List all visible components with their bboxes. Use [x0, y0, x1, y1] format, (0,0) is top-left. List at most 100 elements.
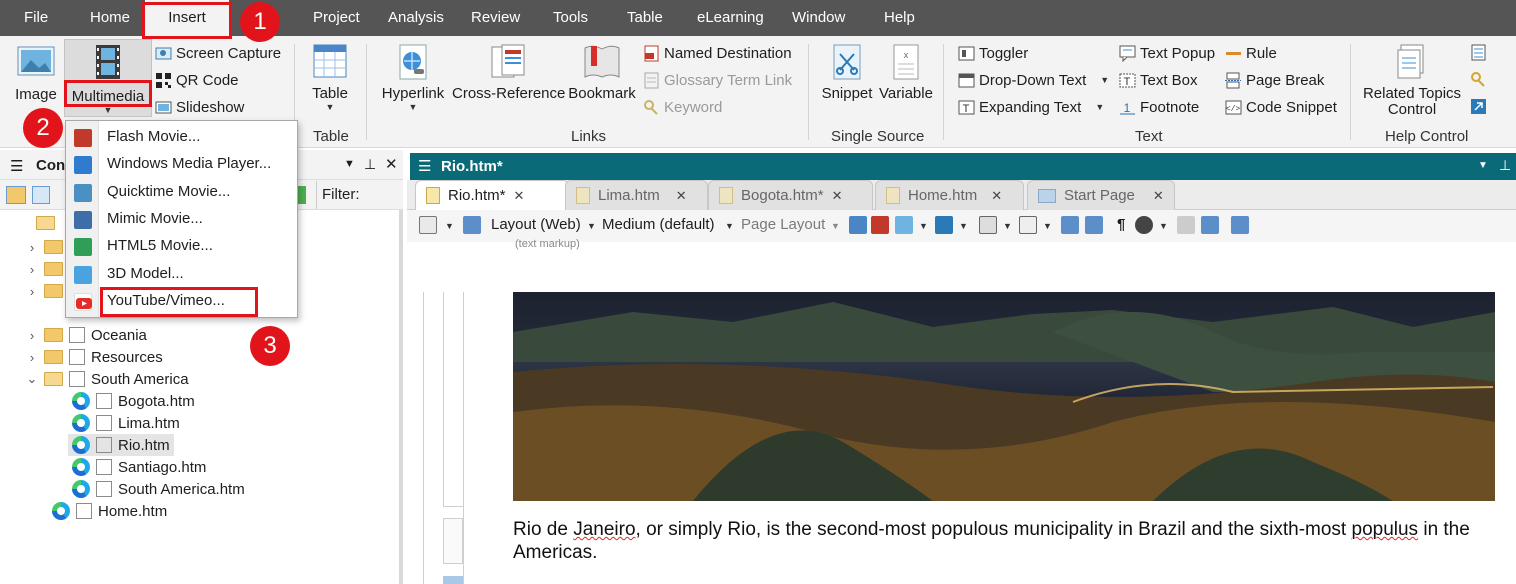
tree-checkbox[interactable]: [69, 371, 85, 387]
text-box-button[interactable]: T Text Box: [1119, 69, 1198, 91]
tree-item-hidden-1[interactable]: ›: [26, 236, 63, 258]
footnote-button[interactable]: 1 Footnote: [1119, 96, 1199, 118]
close-icon[interactable]: ✕: [676, 188, 687, 204]
tree-checkbox[interactable]: [96, 481, 112, 497]
copy-icon[interactable]: [1177, 216, 1195, 234]
pdf-preview-icon[interactable]: [871, 216, 889, 234]
help-control-small-button-1[interactable]: [1470, 44, 1487, 65]
tree-checkbox[interactable]: [76, 503, 92, 519]
tree-item-hidden-3[interactable]: ›: [26, 280, 63, 302]
text-icon[interactable]: [1019, 216, 1037, 234]
chevron-down-icon[interactable]: ▼: [831, 221, 840, 231]
layout-icon[interactable]: [463, 216, 481, 234]
window-icon[interactable]: [1201, 216, 1219, 234]
tree-checkbox[interactable]: [96, 393, 112, 409]
hyperlink-button[interactable]: Hyperlink ▼: [378, 44, 448, 112]
chevron-down-icon[interactable]: ▼: [959, 221, 968, 231]
misspelled-word[interactable]: Janeiro: [573, 519, 635, 540]
condition-icon[interactable]: [1061, 216, 1079, 234]
insert-image-icon[interactable]: [895, 216, 913, 234]
tree-item-oceania[interactable]: › Oceania: [26, 324, 147, 346]
tree-checkbox[interactable]: [96, 459, 112, 475]
menu-item-windows-media-player[interactable]: Windows Media Player...: [66, 151, 297, 178]
hamburger-icon[interactable]: ☰: [418, 157, 431, 175]
tab-home[interactable]: Home.htm ✕: [875, 180, 1024, 210]
tree-item-hidden-2[interactable]: ›: [26, 258, 63, 280]
tree-item-home[interactable]: Home.htm: [52, 500, 167, 522]
chevron-right-icon[interactable]: ›: [26, 350, 38, 365]
tree-item-lima[interactable]: Lima.htm: [72, 412, 180, 434]
toggler-button[interactable]: Toggler: [958, 42, 1028, 64]
menu-item-html5-movie[interactable]: HTML5 Movie...: [66, 233, 297, 260]
chevron-down-icon[interactable]: ▼: [344, 158, 355, 170]
tree-checkbox[interactable]: [96, 437, 112, 453]
close-icon[interactable]: ✕: [991, 188, 1002, 204]
variable-button[interactable]: x Variable: [877, 44, 935, 102]
structure-marker[interactable]: [443, 576, 463, 584]
menu-item-3d-model[interactable]: 3D Model...: [66, 261, 297, 288]
menu-file[interactable]: File: [24, 0, 48, 36]
menu-insert[interactable]: Insert: [145, 0, 229, 36]
code-snippet-button[interactable]: </> Code Snippet: [1225, 96, 1337, 118]
tab-start-page[interactable]: Start Page ✕: [1027, 180, 1175, 210]
chevron-down-icon[interactable]: ▼: [1003, 221, 1012, 231]
layout-dropdown[interactable]: Layout (Web): [491, 216, 581, 233]
pin-icon[interactable]: ⊥: [364, 156, 376, 173]
chevron-down-icon[interactable]: ▼: [445, 221, 454, 231]
chevron-down-icon[interactable]: ⌄: [26, 371, 38, 387]
menu-project[interactable]: Project: [313, 0, 360, 36]
snippet-button[interactable]: Snippet: [818, 44, 876, 102]
page-layout-dropdown[interactable]: Page Layout: [741, 216, 825, 233]
list-view-icon[interactable]: [32, 186, 50, 204]
variable-icon[interactable]: [979, 216, 997, 234]
tree-item-bogota[interactable]: Bogota.htm: [72, 390, 195, 412]
export-icon[interactable]: [1231, 216, 1249, 234]
chevron-down-icon[interactable]: ▼: [1095, 102, 1104, 112]
tree-item-root[interactable]: [36, 212, 55, 234]
chevron-right-icon[interactable]: ›: [26, 262, 38, 277]
page-break-button[interactable]: Page Break: [1225, 69, 1324, 91]
chevron-down-icon[interactable]: ▼: [919, 221, 928, 231]
zoom-icon[interactable]: [419, 216, 437, 234]
menu-tools[interactable]: Tools: [553, 0, 588, 36]
keyword-button[interactable]: Keyword: [643, 96, 722, 118]
track-changes-icon[interactable]: [1135, 216, 1153, 234]
menu-window[interactable]: Window: [792, 0, 845, 36]
image-button[interactable]: Image: [12, 46, 60, 103]
medium-dropdown[interactable]: Medium (default): [602, 216, 715, 233]
rio-night-photo[interactable]: [513, 292, 1495, 501]
tab-lima[interactable]: Lima.htm ✕: [565, 180, 708, 210]
tree-item-rio[interactable]: Rio.htm: [68, 434, 174, 456]
chevron-right-icon[interactable]: ›: [26, 328, 38, 343]
drop-down-text-button[interactable]: Drop-Down Text ▼: [958, 69, 1109, 91]
text-popup-button[interactable]: Text Popup: [1119, 42, 1215, 64]
paragraph-structure-marker[interactable]: [443, 518, 463, 564]
tab-rio[interactable]: Rio.htm* ✕: [415, 180, 569, 210]
close-icon[interactable]: ✕: [514, 188, 525, 204]
menu-elearning[interactable]: eLearning: [697, 0, 764, 36]
tree-item-santiago[interactable]: Santiago.htm: [72, 456, 206, 478]
chevron-down-icon[interactable]: ▼: [1159, 221, 1168, 231]
help-control-small-button-3[interactable]: [1470, 98, 1487, 119]
tab-bogota[interactable]: Bogota.htm* ✕: [708, 180, 873, 210]
chevron-right-icon[interactable]: ›: [26, 240, 38, 255]
folder-view-icon[interactable]: [6, 186, 26, 204]
menu-table[interactable]: Table: [627, 0, 663, 36]
menu-item-quicktime-movie[interactable]: Quicktime Movie...: [66, 179, 297, 206]
table-button[interactable]: Table ▼: [308, 44, 352, 112]
bookmark-button[interactable]: Bookmark: [566, 44, 638, 102]
chevron-right-icon[interactable]: ›: [26, 284, 38, 299]
named-destination-button[interactable]: Named Destination: [643, 42, 792, 64]
misspelled-word[interactable]: populus: [1352, 519, 1419, 540]
screen-capture-button[interactable]: Screen Capture: [155, 42, 281, 64]
menu-home[interactable]: Home: [90, 0, 130, 36]
chevron-down-icon[interactable]: ▼: [1100, 75, 1109, 85]
tree-item-resources[interactable]: › Resources: [26, 346, 163, 368]
chevron-down-icon[interactable]: ▼: [725, 221, 734, 231]
menu-item-mimic-movie[interactable]: Mimic Movie...: [66, 206, 297, 233]
intro-paragraph[interactable]: Rio de Janeiro, or simply Rio, is the se…: [513, 518, 1503, 564]
chevron-down-icon[interactable]: ▼: [1043, 221, 1052, 231]
close-icon[interactable]: ✕: [832, 188, 843, 204]
chevron-down-icon[interactable]: ▼: [587, 221, 596, 231]
menu-item-youtube-vimeo[interactable]: YouTube/Vimeo...: [66, 288, 297, 315]
